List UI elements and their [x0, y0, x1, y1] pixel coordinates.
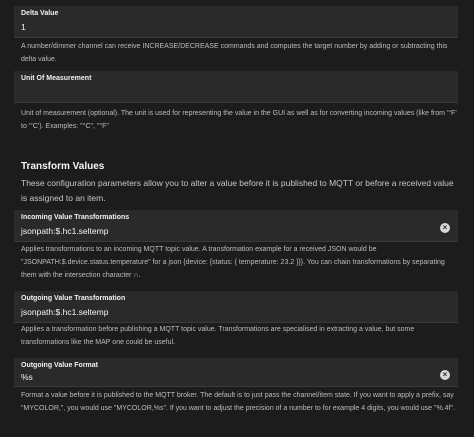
delta-value-description: A number/dimmer channel can receive INCR…	[21, 43, 448, 63]
outgoing-value-transformation-input[interactable]: jsonpath:$.hc1.seltemp	[21, 307, 108, 317]
outgoing-value-transformation-description: Applies a transformation before publishi…	[21, 326, 415, 346]
transform-values-heading: Transform Values	[21, 161, 105, 172]
outgoing-value-transformation-label: Outgoing Value Transformation	[21, 295, 126, 302]
outgoing-value-format-label: Outgoing Value Format	[21, 362, 99, 369]
close-circle-icon[interactable]: ×	[440, 370, 450, 380]
delta-value-label: Delta Value	[21, 10, 59, 17]
channel-config-page: Delta Value 1 A number/dimmer channel ca…	[0, 0, 474, 437]
delta-value-field[interactable]: Delta Value 1	[14, 6, 458, 38]
unit-of-measurement-label: Unit Of Measurement	[21, 75, 92, 82]
transform-values-description: These configuration parameters allow you…	[21, 178, 454, 203]
delta-value-input[interactable]: 1	[21, 22, 26, 32]
incoming-value-transformations-field[interactable]: Incoming Value Transformations jsonpath:…	[14, 210, 458, 242]
outgoing-value-format-field[interactable]: Outgoing Value Format %s ×	[14, 358, 458, 387]
incoming-value-transformations-description: Applies transformations to an incoming M…	[21, 246, 445, 279]
outgoing-value-format-description: Format a value before it is published to…	[21, 392, 455, 412]
unit-of-measurement-description: Unit of measurement (optional). The unit…	[21, 110, 457, 130]
incoming-value-transformations-label: Incoming Value Transformations	[21, 214, 130, 221]
unit-of-measurement-field[interactable]: Unit Of Measurement	[14, 71, 458, 103]
outgoing-value-transformation-field[interactable]: Outgoing Value Transformation jsonpath:$…	[14, 291, 458, 323]
outgoing-value-format-input[interactable]: %s	[21, 372, 33, 382]
incoming-value-transformations-input[interactable]: jsonpath:$.hc1.seltemp	[21, 226, 108, 236]
close-circle-icon[interactable]: ×	[440, 223, 450, 233]
